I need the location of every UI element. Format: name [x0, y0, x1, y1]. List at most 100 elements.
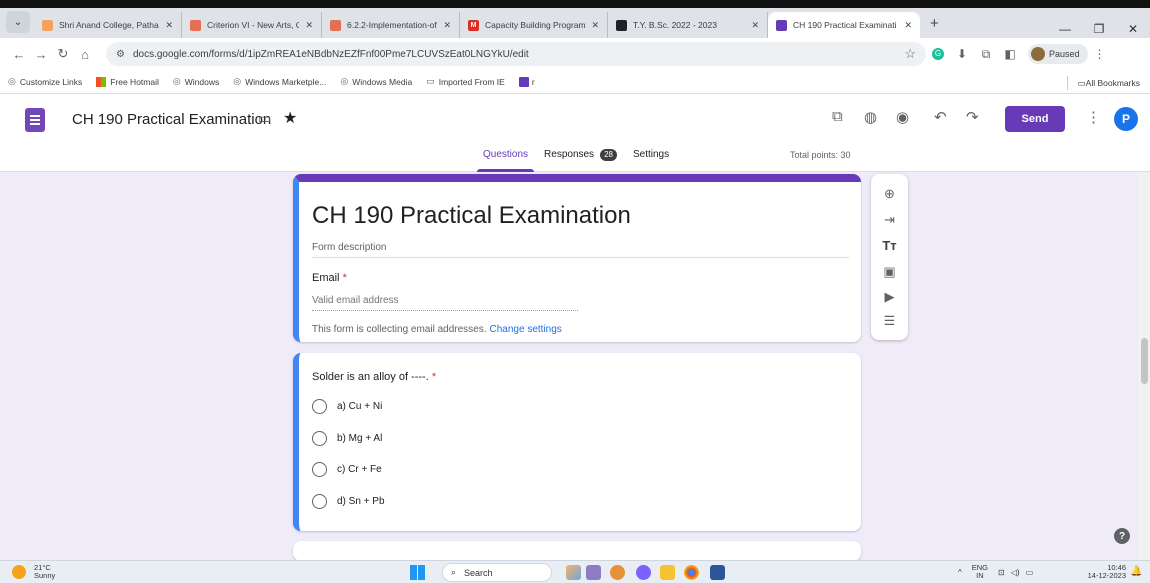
radio-option[interactable]: d) Sn + Pb [312, 494, 385, 509]
close-tab-icon[interactable]: ✕ [591, 20, 599, 31]
chevron-up-icon[interactable]: ^ [958, 568, 962, 577]
form-title[interactable]: CH 190 Practical Examination [312, 202, 631, 230]
radio-option[interactable]: b) Mg + Al [312, 431, 382, 446]
document-title[interactable]: CH 190 Practical Examination [72, 111, 271, 128]
radio-button[interactable] [312, 431, 327, 446]
taskbar-search[interactable]: ⌕ Search [442, 563, 552, 582]
volume-icon[interactable]: ◁) [1011, 568, 1020, 577]
app-icon[interactable] [586, 565, 601, 580]
bookmark-folder[interactable]: ▭ Imported From IE [426, 76, 505, 87]
google-forms-logo-icon[interactable] [25, 108, 45, 132]
site-info-icon[interactable]: ⚙ [116, 49, 125, 60]
download-icon[interactable]: ⬇ [950, 47, 974, 61]
close-tab-icon[interactable]: ✕ [751, 20, 759, 31]
customize-theme-icon[interactable]: ◍ [864, 108, 877, 126]
more-options-icon[interactable]: ⋮ [1086, 108, 1101, 126]
restore-icon[interactable]: ❐ [1082, 22, 1116, 36]
teams-chat-icon[interactable] [636, 565, 651, 580]
url-text[interactable]: docs.google.com/forms/d/1ipZmREA1eNBdbNz… [133, 49, 904, 60]
browser-tab[interactable]: 6.2.2-Implementation-of-e ✕ [322, 12, 460, 38]
windows-start-icon[interactable] [410, 565, 425, 580]
file-explorer-icon[interactable] [660, 565, 675, 580]
bookmark-item[interactable]: Free Hotmail [96, 76, 159, 87]
system-tray: ^ ENG IN ⊡ ◁) ▭ [958, 564, 1033, 580]
grammarly-extension-icon[interactable]: G [932, 48, 944, 60]
app-icon[interactable] [610, 565, 625, 580]
preview-eye-icon[interactable]: ◉ [896, 108, 909, 126]
new-tab-icon[interactable]: + [930, 15, 939, 32]
forward-icon[interactable]: → [30, 47, 52, 62]
home-icon[interactable]: ⌂ [74, 47, 96, 62]
bookmark-item[interactable]: ◎ Customize Links [8, 76, 82, 87]
back-icon[interactable]: ← [8, 47, 30, 62]
undo-icon[interactable]: ↶ [934, 108, 947, 126]
network-icon[interactable]: ⊡ [998, 568, 1005, 577]
close-tab-icon[interactable]: ✕ [165, 20, 173, 31]
browser-tab-active[interactable]: CH 190 Practical Examinati ✕ [768, 12, 920, 38]
add-image-icon[interactable]: ▣ [871, 264, 908, 280]
email-field[interactable]: Valid email address [312, 295, 578, 311]
tab-settings[interactable]: Settings [625, 146, 677, 172]
add-video-icon[interactable]: ▶ [871, 289, 908, 305]
redo-icon[interactable]: ↷ [966, 108, 979, 126]
language-indicator[interactable]: ENG IN [972, 564, 988, 580]
profile-button[interactable]: Paused [1028, 44, 1088, 64]
close-tab-icon[interactable]: ✕ [904, 20, 912, 31]
tab-search-icon[interactable]: ⌄ [6, 11, 30, 33]
weather-widget[interactable]: 21°C Sunny [34, 564, 55, 580]
close-tab-icon[interactable]: ✕ [443, 20, 451, 31]
help-icon[interactable]: ? [1114, 528, 1130, 544]
next-question-card[interactable] [293, 541, 861, 561]
send-button[interactable]: Send [1005, 106, 1065, 132]
battery-icon[interactable]: ▭ [1026, 568, 1034, 577]
close-window-icon[interactable]: ✕ [1116, 22, 1150, 36]
clock[interactable]: 10:46 14-12-2023 [1076, 564, 1126, 580]
radio-button[interactable] [312, 494, 327, 509]
side-panel-icon[interactable]: ◧ [998, 47, 1022, 61]
radio-option[interactable]: c) Cr + Fe [312, 462, 382, 477]
add-question-icon[interactable]: ⊕ [871, 186, 908, 202]
add-title-description-icon[interactable]: Tт [871, 238, 908, 253]
radio-button[interactable] [312, 462, 327, 477]
bookmark-item[interactable]: ◎ Windows Media [340, 76, 412, 87]
reload-icon[interactable]: ↻ [52, 46, 74, 62]
scrollbar-thumb[interactable] [1141, 338, 1148, 384]
word-icon[interactable] [710, 565, 725, 580]
bookmark-item[interactable]: ◎ Windows Marketple... [233, 76, 326, 87]
radio-option[interactable]: a) Cu + Ni [312, 399, 382, 414]
widgets-app-icon[interactable] [566, 565, 581, 580]
import-questions-icon[interactable]: ⇥ [871, 212, 908, 228]
weather-sun-icon[interactable] [12, 565, 26, 579]
tab-title: T.Y. B.Sc. 2022 - 2023 [633, 20, 717, 30]
browser-tab[interactable]: Criterion VI - New Arts, Co ✕ [182, 12, 322, 38]
question-card[interactable]: Solder is an alloy of ----. * a) Cu + Ni… [293, 353, 861, 531]
browser-tab[interactable]: T.Y. B.Sc. 2022 - 2023 ✕ [608, 12, 768, 38]
extensions-icon[interactable]: ⧉ [974, 47, 998, 62]
move-to-folder-icon[interactable]: ▭ [258, 110, 271, 127]
browser-tab[interactable]: M Capacity Building Program ✕ [460, 12, 608, 38]
browser-menu-icon[interactable]: ⋮ [1088, 47, 1112, 61]
form-description-field[interactable]: Form description [312, 242, 849, 258]
globe-icon: ◎ [8, 76, 16, 86]
bookmarks-bar: ◎ Customize Links Free Hotmail ◎ Windows ◎… [0, 70, 1150, 94]
omnibox[interactable]: ⚙ docs.google.com/forms/d/1ipZmREA1eNBdb… [106, 42, 926, 66]
browser-tab[interactable]: Shri Anand College, Pathar ✕ [34, 12, 182, 38]
bookmark-item[interactable]: r [518, 76, 535, 87]
bookmark-item[interactable]: ◎ Windows [173, 76, 219, 87]
page-scrollbar[interactable] [1138, 172, 1150, 560]
chrome-icon[interactable] [684, 565, 699, 580]
all-bookmarks-button[interactable]: ▭ All Bookmarks [1066, 76, 1140, 90]
tab-responses[interactable]: Responses 28 [536, 146, 625, 172]
minimize-icon[interactable]: — [1048, 22, 1082, 36]
tab-favicon-icon [190, 19, 201, 31]
radio-button[interactable] [312, 399, 327, 414]
add-ons-icon[interactable]: ⧉ [832, 108, 843, 125]
close-tab-icon[interactable]: ✕ [305, 20, 313, 31]
account-avatar[interactable]: P [1114, 107, 1138, 131]
add-section-icon[interactable]: ☰ [871, 313, 908, 329]
change-settings-link[interactable]: Change settings [490, 324, 562, 335]
star-icon[interactable]: ★ [283, 108, 297, 128]
notification-bell-icon[interactable]: 🔔 [1130, 566, 1142, 577]
tab-questions[interactable]: Questions [475, 146, 536, 172]
bookmark-star-icon[interactable]: ☆ [904, 46, 916, 62]
